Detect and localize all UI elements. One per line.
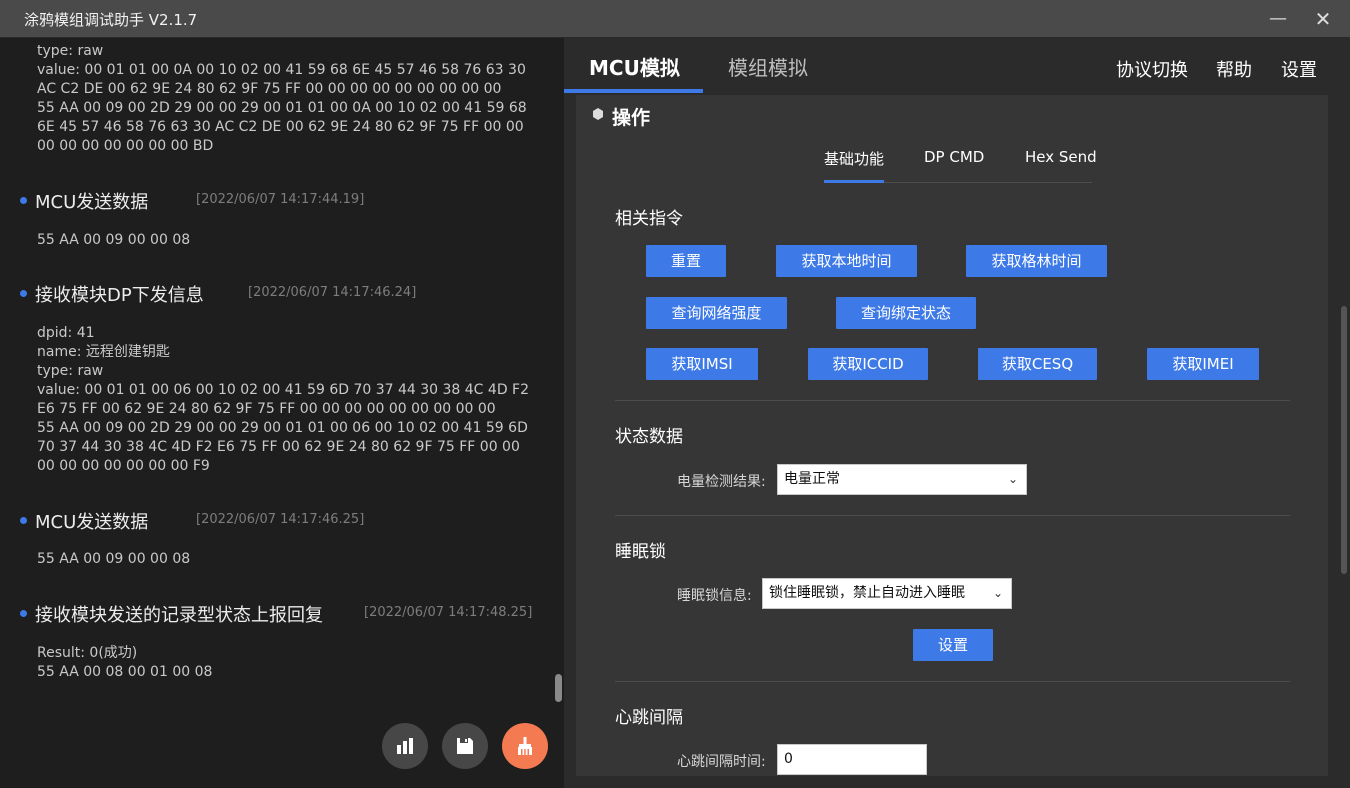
query-signal-strength-button[interactable]: 查询网络强度 <box>646 297 787 329</box>
settings-link[interactable]: 设置 <box>1281 56 1317 82</box>
get-local-time-button[interactable]: 获取本地时间 <box>776 245 917 277</box>
operation-content: 操作 基础功能 DP CMD Hex Send 相关指令 重置 获取本地时间 获… <box>576 95 1328 776</box>
bullet-icon <box>20 290 27 297</box>
log-entry-body: dpid: 41 name: 远程创建钥匙 type: raw value: 0… <box>37 325 530 474</box>
log-entry-time: [2022/06/07 14:17:46.25] <box>196 512 365 527</box>
get-gmt-time-button[interactable]: 获取格林时间 <box>966 245 1107 277</box>
sleep-lock-set-button[interactable]: 设置 <box>913 629 993 661</box>
content-scroll-track[interactable] <box>1330 95 1350 776</box>
section-divider <box>615 400 1290 401</box>
log-entry-name: MCU发送数据 <box>35 512 149 533</box>
bullet-icon <box>20 610 27 617</box>
status-data-title: 状态数据 <box>615 427 683 447</box>
log-entry-name: 接收模块发送的记录型状态上报回复 <box>35 605 323 626</box>
tab-mcu-simulation[interactable]: MCU模拟 <box>589 52 680 81</box>
save-icon <box>457 738 473 754</box>
log-entry-time: [2022/06/07 14:17:46.24] <box>248 285 417 300</box>
section-divider <box>615 681 1290 682</box>
window-title: 涂鸦模组调试助手 V2.1.7 <box>24 11 198 29</box>
close-button[interactable]: ✕ <box>1310 6 1336 32</box>
log-entry-body: Result: 0(成功) 55 AA 00 08 00 01 00 08 <box>37 645 213 680</box>
broom-icon <box>518 737 532 755</box>
bullet-icon <box>20 517 27 524</box>
chevron-down-icon: ⌄ <box>1007 472 1018 486</box>
get-cesq-button[interactable]: 获取CESQ <box>978 348 1097 380</box>
log-entry-time: [2022/06/07 14:17:44.19] <box>196 192 365 207</box>
log-entry-body: 55 AA 00 09 00 00 08 <box>37 551 191 567</box>
save-log-button[interactable] <box>442 723 488 769</box>
tab-module-simulation[interactable]: 模组模拟 <box>728 52 808 81</box>
right-panel: MCU模拟 模组模拟 协议切换 帮助 设置 操作 基础功能 DP CMD Hex… <box>564 38 1350 788</box>
active-tab-indicator <box>564 89 703 93</box>
sleep-lock-title: 睡眠锁 <box>615 542 666 562</box>
commands-title: 相关指令 <box>615 209 683 229</box>
log-entry-time: [2022/06/07 14:17:48.25] <box>364 605 533 620</box>
active-subtab-indicator <box>824 180 884 183</box>
reset-button[interactable]: 重置 <box>646 245 726 277</box>
get-iccid-button[interactable]: 获取ICCID <box>808 348 928 380</box>
help-link[interactable]: 帮助 <box>1216 56 1252 82</box>
bar-chart-icon <box>397 738 413 754</box>
content-scrollbar[interactable] <box>1341 306 1347 574</box>
hexagon-icon <box>593 108 603 120</box>
heartbeat-interval-input[interactable]: 0 <box>777 744 927 775</box>
sleep-lock-select[interactable]: 锁住睡眠锁，禁止自动进入睡眠 ⌄ <box>762 578 1012 609</box>
protocol-switch-link[interactable]: 协议切换 <box>1116 56 1188 82</box>
statistics-button[interactable] <box>382 723 428 769</box>
log-entry-name: 接收模块DP下发信息 <box>35 285 204 306</box>
section-title: 操作 <box>612 107 651 129</box>
log-partial-entry: type: raw value: 00 01 01 00 0A 00 10 02… <box>37 43 527 154</box>
heartbeat-title: 心跳间隔 <box>615 708 683 728</box>
subtab-hex-send[interactable]: Hex Send <box>1025 148 1097 166</box>
log-scrollbar[interactable] <box>555 674 562 702</box>
subtab-basic-functions[interactable]: 基础功能 <box>824 148 884 169</box>
title-bar: 涂鸦模组调试助手 V2.1.7 — ✕ <box>0 0 1350 38</box>
bullet-icon <box>20 197 27 204</box>
battery-result-value: 电量正常 <box>784 471 840 487</box>
clear-log-button[interactable] <box>502 723 548 769</box>
main-tab-bar: MCU模拟 模组模拟 协议切换 帮助 设置 <box>564 38 1350 95</box>
section-divider <box>615 515 1290 516</box>
log-entry-body: 55 AA 00 09 00 00 08 <box>37 232 191 248</box>
get-imei-button[interactable]: 获取IMEI <box>1147 348 1259 380</box>
minimize-button[interactable]: — <box>1265 6 1291 32</box>
chevron-down-icon: ⌄ <box>992 586 1003 600</box>
subtab-dp-cmd[interactable]: DP CMD <box>924 148 984 166</box>
battery-result-select[interactable]: 电量正常 ⌄ <box>777 464 1027 495</box>
battery-result-label: 电量检测结果: <box>677 474 766 490</box>
log-entry-name: MCU发送数据 <box>35 192 149 213</box>
sleep-lock-value: 锁住睡眠锁，禁止自动进入睡眠 <box>769 585 965 601</box>
query-bind-status-button[interactable]: 查询绑定状态 <box>836 297 976 329</box>
get-imsi-button[interactable]: 获取IMSI <box>646 348 758 380</box>
log-panel[interactable]: type: raw value: 00 01 01 00 0A 00 10 02… <box>0 38 564 788</box>
heartbeat-interval-label: 心跳间隔时间: <box>677 754 766 770</box>
sleep-lock-info-label: 睡眠锁信息: <box>677 588 752 604</box>
